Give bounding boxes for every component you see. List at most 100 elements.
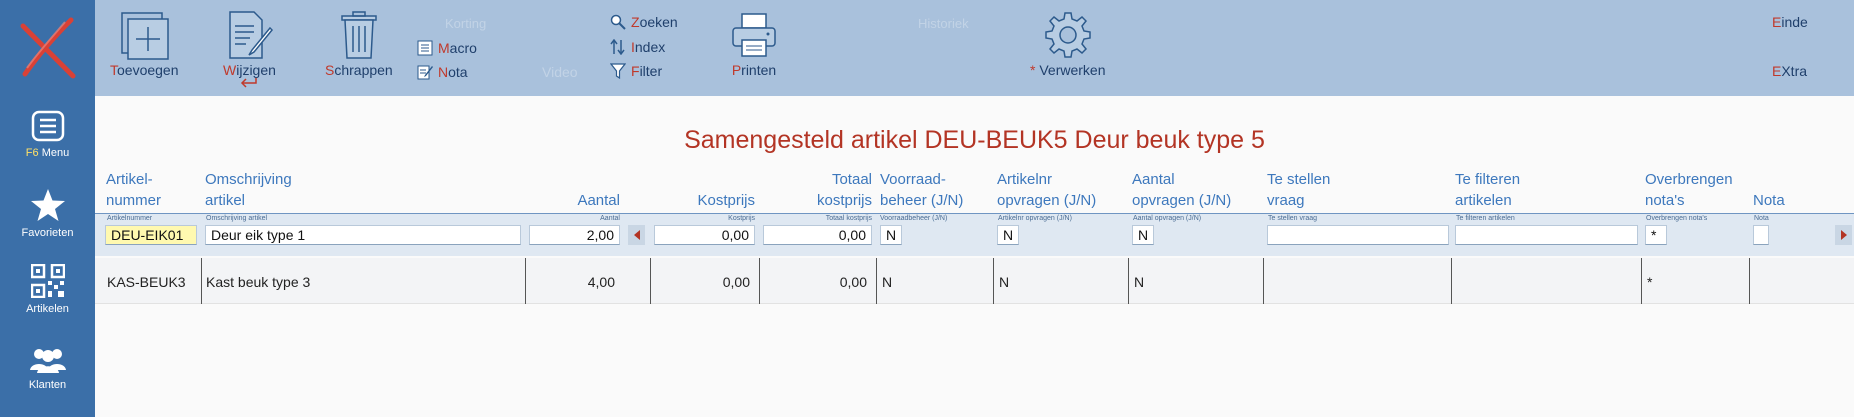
macro-label: Macro [438, 40, 477, 56]
printen-button[interactable]: Printen [730, 12, 778, 78]
korting-label: Korting [445, 16, 487, 31]
zoeken-button[interactable]: Zoeken [610, 14, 678, 30]
cell-omschrijving: Kast beuk type 3 [206, 274, 311, 290]
mini-label: Artikelnr opvragen (J/N) [998, 215, 1072, 222]
cell-kostprijs: 0,00 [722, 274, 750, 290]
sidebar-item-menu[interactable]: F6 Menu [0, 110, 95, 159]
mini-label: Overbrengen nota's [1646, 215, 1708, 222]
col-header-nota: Nota [1753, 192, 1785, 209]
schrappen-button[interactable]: Schrappen [325, 10, 393, 78]
filter-label: Filter [631, 63, 663, 79]
cell-artikelnummer: KAS-BEUK3 [107, 274, 186, 290]
qr-code-icon [30, 263, 65, 299]
voorraadbeheer-input[interactable] [880, 225, 902, 245]
mini-label: Aantal opvragen (J/N) [1133, 215, 1202, 222]
mini-label: Artikelnummer [107, 215, 153, 222]
scroll-left-button[interactable] [628, 225, 645, 245]
sidebar-item-menu-label: F6 Menu [0, 147, 95, 159]
column-separator [1641, 258, 1642, 304]
column-separator [876, 258, 877, 304]
mini-label: Nota [1754, 215, 1769, 222]
video-button[interactable]: Video [542, 64, 578, 80]
menu-icon [31, 110, 64, 142]
gear-icon [1045, 12, 1091, 58]
toevoegen-button[interactable]: Toevoegen [110, 10, 179, 78]
cell-overbrengen-notas: * [1647, 274, 1653, 290]
extra-button[interactable]: EXtra [1772, 63, 1807, 79]
artikelnummer-input[interactable] [105, 225, 197, 245]
sidebar-item-label: Artikelen [26, 303, 69, 315]
totaal-kostprijs-input[interactable] [763, 225, 872, 245]
toolbar: Toevoegen Wijzigen Schrappen Korting Mac… [95, 0, 1854, 96]
zoeken-label: Zoeken [631, 14, 678, 30]
column-separator [1451, 258, 1452, 304]
te-filteren-artikelen-input[interactable] [1455, 225, 1638, 245]
star-icon [30, 189, 65, 221]
return-arrow-icon [241, 78, 258, 88]
column-separator [650, 258, 651, 304]
video-label: Video [542, 64, 578, 80]
column-separator [1749, 258, 1750, 304]
col-header-artikelnummer: Artikel- nummer [106, 171, 162, 209]
filter-funnel-icon [609, 63, 627, 80]
mini-label: Te stellen vraag [1268, 215, 1318, 222]
sidebar-item-label: Klanten [28, 379, 67, 391]
column-separator [1128, 258, 1129, 304]
sidebar-item-klanten[interactable]: Klanten [0, 346, 95, 391]
sidebar: F6 Menu Favorieten Artikelen Klanten [0, 0, 95, 417]
app-logo-icon [15, 14, 81, 80]
column-separator [993, 258, 994, 304]
einde-label: Einde [1772, 14, 1808, 30]
cell-aantal-opvragen: N [1134, 274, 1145, 290]
nota-label: Nota [438, 64, 468, 80]
arrow-right-icon [1840, 230, 1847, 240]
sidebar-item-artikelen[interactable]: Artikelen [0, 263, 95, 315]
index-button[interactable]: Index [610, 38, 666, 56]
aantal-input[interactable] [529, 225, 620, 245]
macro-list-icon [417, 40, 433, 56]
verwerken-button[interactable]: * Verwerken [1030, 10, 1106, 78]
omschrijving-input[interactable] [205, 225, 521, 245]
artikelnr-opvragen-input[interactable] [997, 225, 1019, 245]
wijzigen-label: Wijzigen [223, 62, 276, 78]
cell-artikelnr-opvragen: N [999, 274, 1010, 290]
aantal-opvragen-input[interactable] [1132, 225, 1154, 245]
cell-totaal-kostprijs: 0,00 [839, 274, 867, 290]
sidebar-item-favorieten[interactable]: Favorieten [0, 188, 95, 239]
macro-button[interactable]: Macro [417, 40, 477, 56]
sidebar-item-label: Favorieten [21, 227, 74, 239]
table-row[interactable] [95, 258, 1854, 304]
col-header-aantal-opvragen: Aantal opvragen (J/N) [1132, 171, 1232, 209]
page-title: Samengesteld artikel DEU-BEUK5 Deur beuk… [684, 126, 1265, 154]
col-header-te-stellen-vraag: Te stellen vraag [1267, 171, 1331, 209]
te-stellen-vraag-input[interactable] [1267, 225, 1449, 245]
toevoegen-label: Toevoegen [110, 62, 179, 78]
historiek-button[interactable]: Historiek [918, 16, 969, 31]
scroll-right-button[interactable] [1835, 225, 1852, 245]
col-header-totaal-kostprijs: Totaal kostprijs [816, 171, 872, 209]
nota-button[interactable]: Nota [417, 64, 468, 80]
mini-label: Aantal [600, 215, 620, 222]
filter-button[interactable]: Filter [609, 63, 663, 80]
index-label: Index [631, 39, 666, 55]
col-header-voorraadbeheer: Voorraad- beheer (J/N) [880, 171, 964, 209]
historiek-label: Historiek [918, 16, 969, 31]
mini-label: Te filteren artikelen [1456, 215, 1515, 222]
wijzigen-button[interactable]: Wijzigen [223, 10, 276, 89]
overbrengen-notas-input[interactable] [1645, 225, 1667, 245]
column-separator [759, 258, 760, 304]
nota-input[interactable] [1753, 225, 1769, 245]
menu-shortcut-key: F6 [25, 147, 39, 159]
column-separator [1263, 258, 1264, 304]
edit-document-icon [229, 11, 274, 59]
mini-label: Kostprijs [728, 215, 755, 222]
add-document-icon [121, 12, 169, 60]
korting-button[interactable]: Korting [445, 16, 486, 31]
mini-label: Totaal kostprijs [825, 215, 872, 222]
einde-button[interactable]: Einde [1772, 14, 1808, 30]
col-header-omschrijving: Omschrijving artikel [205, 171, 292, 209]
cell-aantal: 4,00 [587, 274, 615, 290]
kostprijs-input[interactable] [654, 225, 755, 245]
printen-label: Printen [731, 62, 777, 78]
col-header-te-filteren-artikelen: Te filteren artikelen [1455, 171, 1521, 209]
